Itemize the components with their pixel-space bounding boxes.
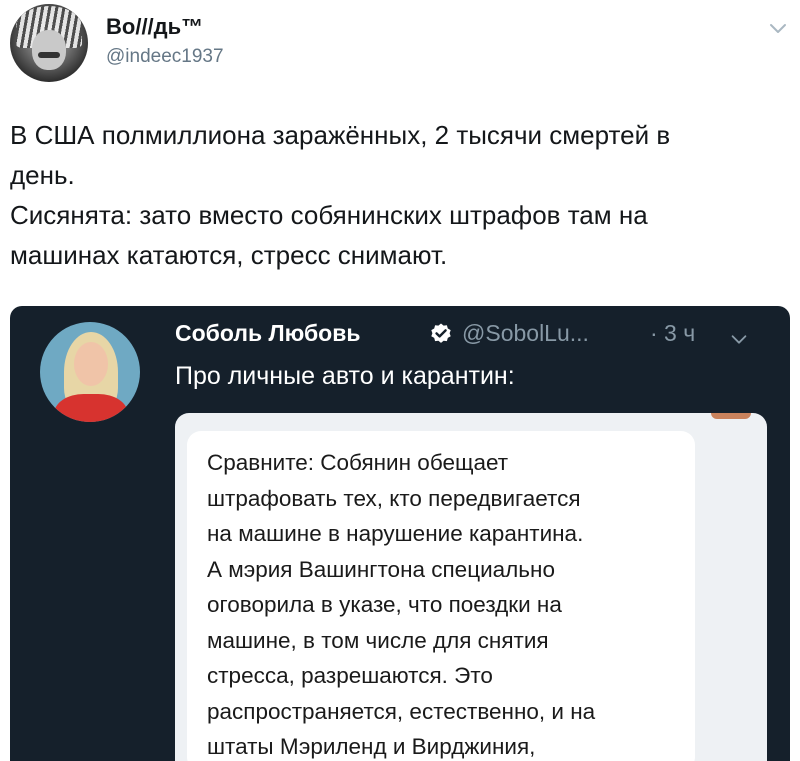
message-line: Сравните: Собянин обещает (207, 450, 509, 475)
chevron-down-icon[interactable] (766, 16, 790, 40)
verified-badge-icon (431, 323, 451, 343)
message-text: Сравните: Собянин обещает штрафовать тех… (207, 445, 687, 761)
outer-tweet-text: В США полмиллиона заражённых, 2 тысячи с… (10, 115, 770, 275)
message-line: оговорила в указе, что поездки на (207, 592, 562, 617)
quoted-author-name[interactable]: Соболь Любовь (175, 320, 361, 347)
outer-author-name[interactable]: Во///дь™ (106, 14, 203, 40)
message-line: распространяется, естественно, и на (207, 698, 596, 724)
avatar-face (74, 342, 108, 386)
message-bubble: Сравните: Собянин обещает штрафовать тех… (187, 431, 695, 761)
message-line: штаты Мэриленд и Вирджиния, (207, 734, 536, 759)
quoted-author-avatar[interactable] (40, 322, 140, 422)
message-line: штрафовать тех, кто передвигается (207, 485, 581, 511)
message-line: стресса, разрешаются. Это (207, 663, 493, 688)
message-line: машине, в том числе для снятия (207, 627, 549, 653)
tweet-text-line: В США полмиллиона заражённых, 2 тысячи с… (10, 120, 671, 150)
avatar-face (32, 30, 66, 70)
outer-author-avatar[interactable] (10, 4, 88, 82)
tweet-text-line: машинах катаются, стресс снимают. (10, 240, 448, 270)
tweet-text-line: Сисянята: зато вместо собянинских штрафо… (10, 200, 648, 230)
sticker-fragment (711, 413, 751, 419)
tweet-text-line: день. (10, 160, 75, 190)
quoted-tweet-time[interactable]: · 3 ч (650, 320, 695, 347)
quoted-author-handle[interactable]: @SobolLu... (462, 320, 589, 347)
avatar-mustache (38, 52, 60, 58)
chevron-down-icon[interactable] (728, 328, 750, 350)
message-line: на машине в нарушение карантина. (207, 521, 584, 546)
attached-screenshot-image[interactable]: Сравните: Собянин обещает штрафовать тех… (175, 413, 767, 761)
outer-author-handle[interactable]: @indeec1937 (106, 46, 224, 68)
quoted-tweet-card[interactable]: Соболь Любовь @SobolLu... · 3 ч Про личн… (10, 306, 790, 761)
outer-tweet-header: Во///дь™ @indeec1937 (10, 4, 790, 84)
message-line: А мэрия Вашингтона специально (207, 556, 555, 582)
quoted-tweet-text: Про личные авто и карантин: (175, 362, 515, 390)
avatar-body (54, 394, 128, 422)
